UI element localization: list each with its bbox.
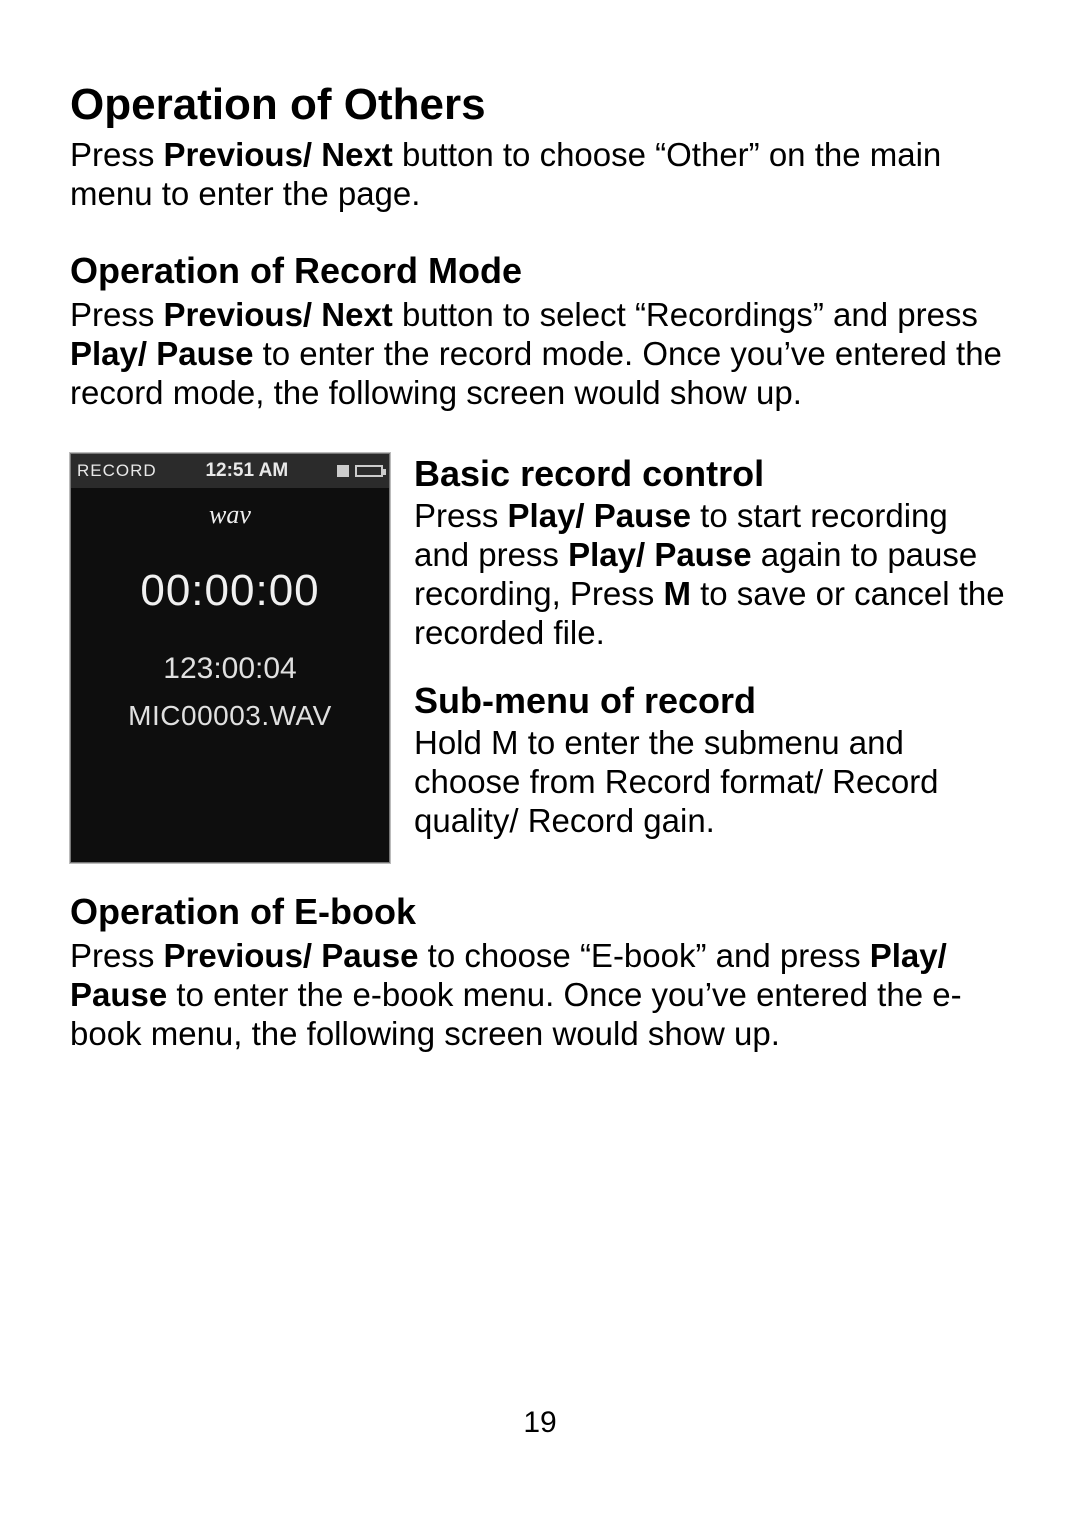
bold-play-pause: Play/ Pause <box>568 536 751 573</box>
heading-submenu-record: Sub-menu of record <box>414 680 1010 722</box>
text: Press <box>414 497 508 534</box>
bold-prev-next: Previous/ Next <box>164 296 393 333</box>
heading-operation-others: Operation of Others <box>70 80 1010 130</box>
elapsed-time: 00:00:00 <box>140 566 319 616</box>
heading-basic-record: Basic record control <box>414 453 1010 495</box>
text: Press <box>70 937 164 974</box>
heading-ebook: Operation of E-book <box>70 891 1010 933</box>
device-screenshot: RECORD 12:51 AM wav 00:00:00 123:00:04 M… <box>70 453 390 863</box>
bold-m: M <box>663 575 691 612</box>
status-bar: RECORD 12:51 AM <box>71 454 389 488</box>
screen-body: wav 00:00:00 123:00:04 MIC00003.WAV <box>71 488 389 862</box>
heading-record-mode: Operation of Record Mode <box>70 250 1010 292</box>
text: Press <box>70 296 164 333</box>
status-icons <box>337 465 383 477</box>
bold-play-pause: Play/ Pause <box>70 335 253 372</box>
text: Press <box>70 136 164 173</box>
remaining-time: 123:00:04 <box>163 652 296 686</box>
figure-row: RECORD 12:51 AM wav 00:00:00 123:00:04 M… <box>70 453 1010 863</box>
bold-play-pause: Play/ Pause <box>508 497 691 534</box>
text: to choose “E-book” and press <box>419 937 870 974</box>
page-number: 19 <box>0 1406 1080 1440</box>
record-mode-paragraph: Press Previous/ Next button to select “R… <box>70 296 1010 413</box>
battery-icon <box>355 465 383 477</box>
format-label: wav <box>209 500 251 530</box>
bold-prev-next: Previous/ Next <box>164 136 393 173</box>
bold-prev-pause: Previous/ Pause <box>164 937 419 974</box>
intro-paragraph: Press Previous/ Next button to choose “O… <box>70 136 1010 214</box>
clock-time: 12:51 AM <box>205 460 288 482</box>
recording-filename: MIC00003.WAV <box>128 700 332 732</box>
record-label: RECORD <box>77 461 157 481</box>
stop-icon <box>337 465 349 477</box>
submenu-paragraph: Hold M to enter the submenu and choose f… <box>414 724 1010 841</box>
ebook-paragraph: Press Previous/ Pause to choose “E-book”… <box>70 937 1010 1054</box>
text: to enter the e-book menu. Once you’ve en… <box>70 976 962 1052</box>
right-text-column: Basic record control Press Play/ Pause t… <box>414 453 1010 842</box>
basic-record-paragraph: Press Play/ Pause to start recording and… <box>414 497 1010 653</box>
text: button to select “Recordings” and press <box>393 296 978 333</box>
